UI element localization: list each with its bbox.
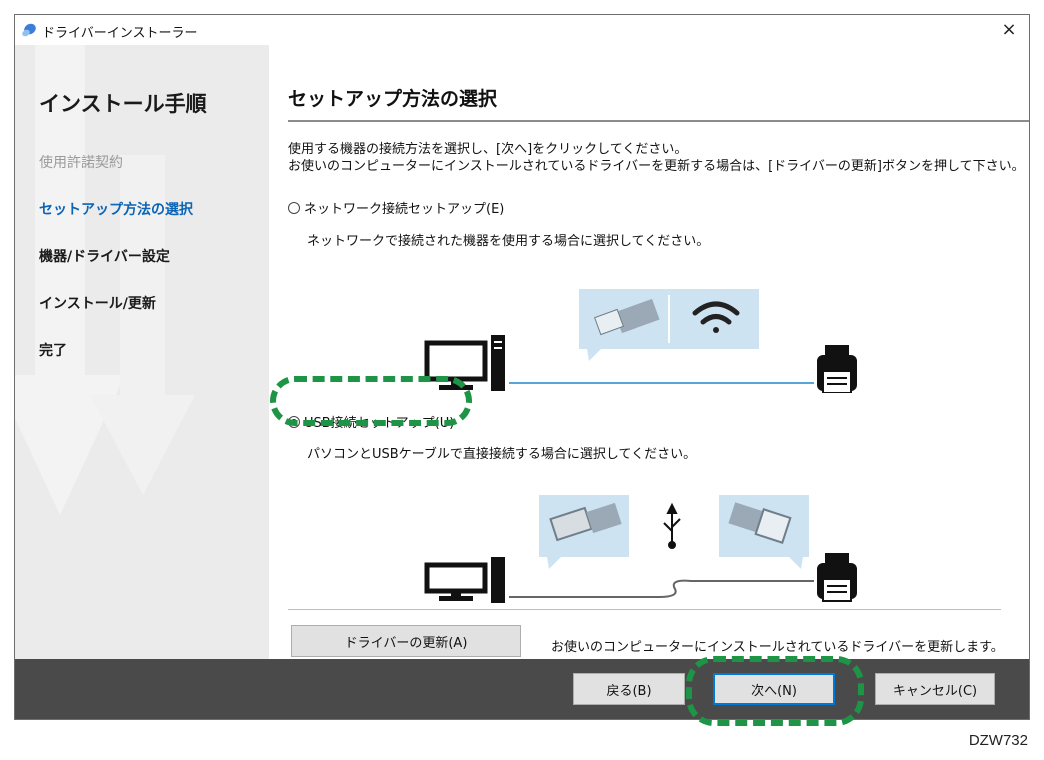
usb-setup-radio[interactable]: USB接続セットアップ(U) [288,412,454,431]
driver-installer-window: ドライバーインストーラー × インストール手順 使用許諾契約 セットアップ方法の… [14,14,1030,720]
app-icon [22,23,36,37]
network-setup-label: ネットワーク接続セットアップ(E) [304,202,505,217]
window-title: ドライバーインストーラー [42,26,198,41]
update-driver-button[interactable]: ドライバーの更新(A) [291,625,521,657]
printer-icon [817,345,857,393]
usb-setup-label: USB接続セットアップ(U) [304,416,455,431]
bottom-divider [288,609,1001,610]
network-setup-description: ネットワークで接続された機器を使用する場合に選択してください。 [307,234,710,249]
next-button[interactable]: 次へ(N) [713,673,835,705]
usb-a-bubble [539,495,629,569]
step-device-driver-settings: 機器/ドライバー設定 [39,249,170,265]
main-panel: セットアップ方法の選択 使用する機器の接続方法を選択し、[次へ]をクリックしてく… [269,45,1029,659]
figure-code: DZW732 [968,732,1028,749]
page-title: セットアップ方法の選択 [288,88,498,110]
step-license-agreement: 使用許諾契約 [39,155,123,171]
title-divider [288,120,1029,122]
printer-icon [817,553,857,602]
usb-setup-description: パソコンとUSBケーブルで直接接続する場合に選択してください。 [307,447,697,462]
step-setup-method: セットアップ方法の選択 [39,202,193,218]
step-complete: 完了 [39,343,67,359]
usb-connection-diagram [424,495,857,603]
sidebar-title: インストール手順 [39,92,207,116]
computer-icon [424,557,505,603]
computer-icon [424,335,505,391]
update-driver-note: お使いのコンピューターにインストールされているドライバーを更新します。 [551,640,1004,655]
usb-b-bubble [719,495,809,569]
usb-cable-line [509,579,814,598]
instructions-line-2: お使いのコンピューターにインストールされているドライバーを更新する場合は、[ドラ… [288,159,1025,174]
network-connection-diagram [424,289,857,393]
radio-checked-icon [288,415,300,428]
radio-unchecked-icon [288,201,300,214]
close-button[interactable]: × [989,15,1029,45]
network-setup-radio[interactable]: ネットワーク接続セットアップ(E) [288,198,504,217]
instructions: 使用する機器の接続方法を選択し、[次へ]をクリックしてください。 お使いのコンピ… [288,141,1025,175]
footer-bar: 戻る(B) 次へ(N) キャンセル(C) [15,659,1029,719]
back-button[interactable]: 戻る(B) [573,673,685,705]
instructions-line-1: 使用する機器の接続方法を選択し、[次へ]をクリックしてください。 [288,142,688,157]
step-install-update: インストール/更新 [39,296,156,312]
title-bar: ドライバーインストーラー × [15,15,1029,45]
cancel-button[interactable]: キャンセル(C) [875,673,995,705]
usb-symbol-icon [663,502,681,549]
install-steps-sidebar: インストール手順 使用許諾契約 セットアップ方法の選択 機器/ドライバー設定 イ… [15,45,269,659]
